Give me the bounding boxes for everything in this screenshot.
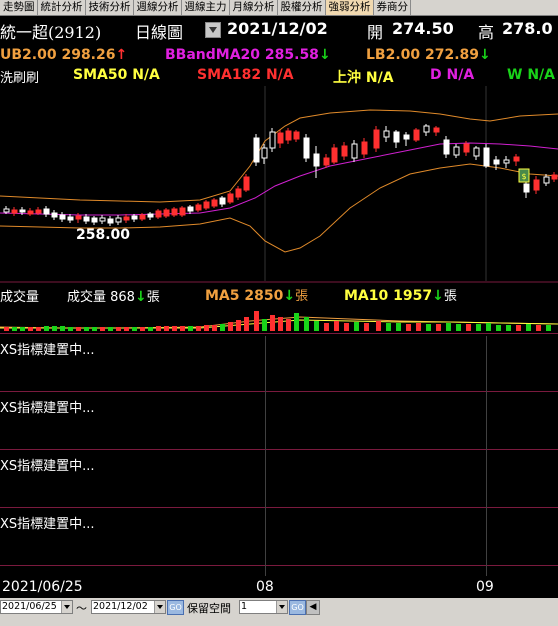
arrow-down-icon: ↓ [283,288,296,304]
tab-equity[interactable]: 股權分析 [278,0,326,15]
volume-bars-svg [0,311,558,331]
keep-space-input[interactable]: 1 [239,600,288,614]
tab-weekly-main[interactable]: 週線主力 [182,0,230,15]
spinner-icon [276,601,287,613]
ma10-unit: 張 [443,289,457,304]
arrow-up-icon: ↑ [115,47,128,63]
chart-type-label: 日線圖 [135,23,184,42]
tab-monthly[interactable]: 月線分析 [230,0,278,15]
high-label: 高 [478,23,495,42]
low-price-label: 258.00 [76,227,131,243]
svg-text:$: $ [521,172,526,181]
ma10-value: MA10 1957 [344,288,433,304]
chart-type-dropdown-icon[interactable] [205,22,221,38]
event-marker-icon[interactable]: $ [518,168,530,183]
ub-indicator: UB2.00 298.26↑ [0,47,127,63]
price-chart-svg: $ [0,86,558,283]
bband-indicator: BBandMA20 285.58↓ [165,47,331,63]
d-indicator: D N/A [430,67,475,83]
function-tab-bar: 走勢圖 統計分析 技術分析 週線分析 週線主力 月線分析 股權分析 強弱分析 券… [0,0,558,16]
volume-unit: 張 [146,290,160,305]
lb-value: LB2.00 272.89 [366,47,480,63]
grid-line [265,336,266,576]
tab-weekly[interactable]: 週線分析 [134,0,182,15]
wash-label: 洗刷刷 [0,71,40,86]
date-axis: 2021/06/25 08 09 [0,577,558,597]
go-button-2[interactable]: GO [289,600,306,615]
rush-indicator: 上沖 N/A [333,70,394,86]
xs-indicator-panel-3: XS指標建置中... [0,459,95,474]
chevron-down-icon [61,601,72,613]
candlesticks [3,124,558,226]
x-tick-label: 2021/06/25 [2,579,83,595]
open-value: 274.50 [392,19,454,38]
x-tick-label: 08 [256,579,274,595]
to-date-value: 2021/12/02 [93,601,148,612]
lb-indicator: LB2.00 272.89↓ [366,47,491,63]
xs-indicator-panel-2: XS指標建置中... [0,401,95,416]
keep-space-value: 1 [241,601,248,612]
ma5-indicator: MA5 2850↓張 [205,285,308,304]
high-value: 278.0 [502,19,553,38]
price-chart[interactable]: $ 258.00 [0,86,558,286]
sma50-indicator: SMA50 N/A [73,67,160,83]
keep-space-label: 保留空間 [187,602,231,615]
volume-panel[interactable]: 成交量 成交量 868↓張 MA5 2850↓張 MA10 1957↓張 [0,285,558,333]
volume-bars [4,311,551,331]
arrow-down-icon: ↓ [479,47,491,63]
panel-divider [0,449,558,450]
chart-header: 統一超(2912) 日線圖 2021/12/02 開 274.50 高 278.… [0,17,558,43]
chevron-down-icon [154,601,165,613]
w-indicator: W N/A [507,67,555,83]
volume-title: 成交量 [0,290,40,305]
panel-divider [0,333,558,334]
range-tilde: ～ [76,602,87,615]
bband-value: BBandMA20 285.58 [165,47,319,63]
volume-value: 成交量 868 [67,290,135,305]
stock-name: 統一超(2912) [0,23,102,42]
from-date-select[interactable]: 2021/06/25 [0,600,73,614]
x-tick-label: 09 [476,579,494,595]
scroll-left-icon[interactable]: ◀ [306,600,320,615]
arrow-down-icon: ↓ [318,47,331,63]
tab-broker[interactable]: 券商分 [374,0,411,15]
ma10-indicator: MA10 1957↓張 [344,285,457,304]
ub-value: UB2.00 298.26 [0,47,116,63]
xs-indicator-panel-1: XS指標建置中... [0,343,95,358]
sma182-indicator: SMA182 N/A [197,67,294,83]
go-button[interactable]: GO [167,600,184,615]
panel-divider [0,391,558,392]
open-label: 開 [367,23,384,42]
current-date: 2021/12/02 [227,19,328,38]
tab-trend[interactable]: 走勢圖 [0,0,38,15]
volume-indicator: 成交量 868↓張 [67,286,160,305]
arrow-down-icon: ↓ [134,289,147,305]
from-date-value: 2021/06/25 [2,601,57,612]
ma5-value: MA5 2850 [205,288,284,304]
ma5-unit: 張 [295,289,309,304]
arrow-down-icon: ↓ [432,288,444,304]
xs-indicator-panel-4: XS指標建置中... [0,517,95,532]
tab-strength[interactable]: 強弱分析 [325,0,374,15]
tab-statistics[interactable]: 統計分析 [38,0,86,15]
to-date-select[interactable]: 2021/12/02 [91,600,166,614]
grid-line [486,336,487,576]
range-controls: 2021/06/25 ～ 2021/12/02 GO 保留空間 1 GO ◀ [0,598,558,615]
panel-divider [0,507,558,508]
status-bar [0,615,558,626]
panel-divider [0,565,558,566]
tab-technical[interactable]: 技術分析 [86,0,134,15]
